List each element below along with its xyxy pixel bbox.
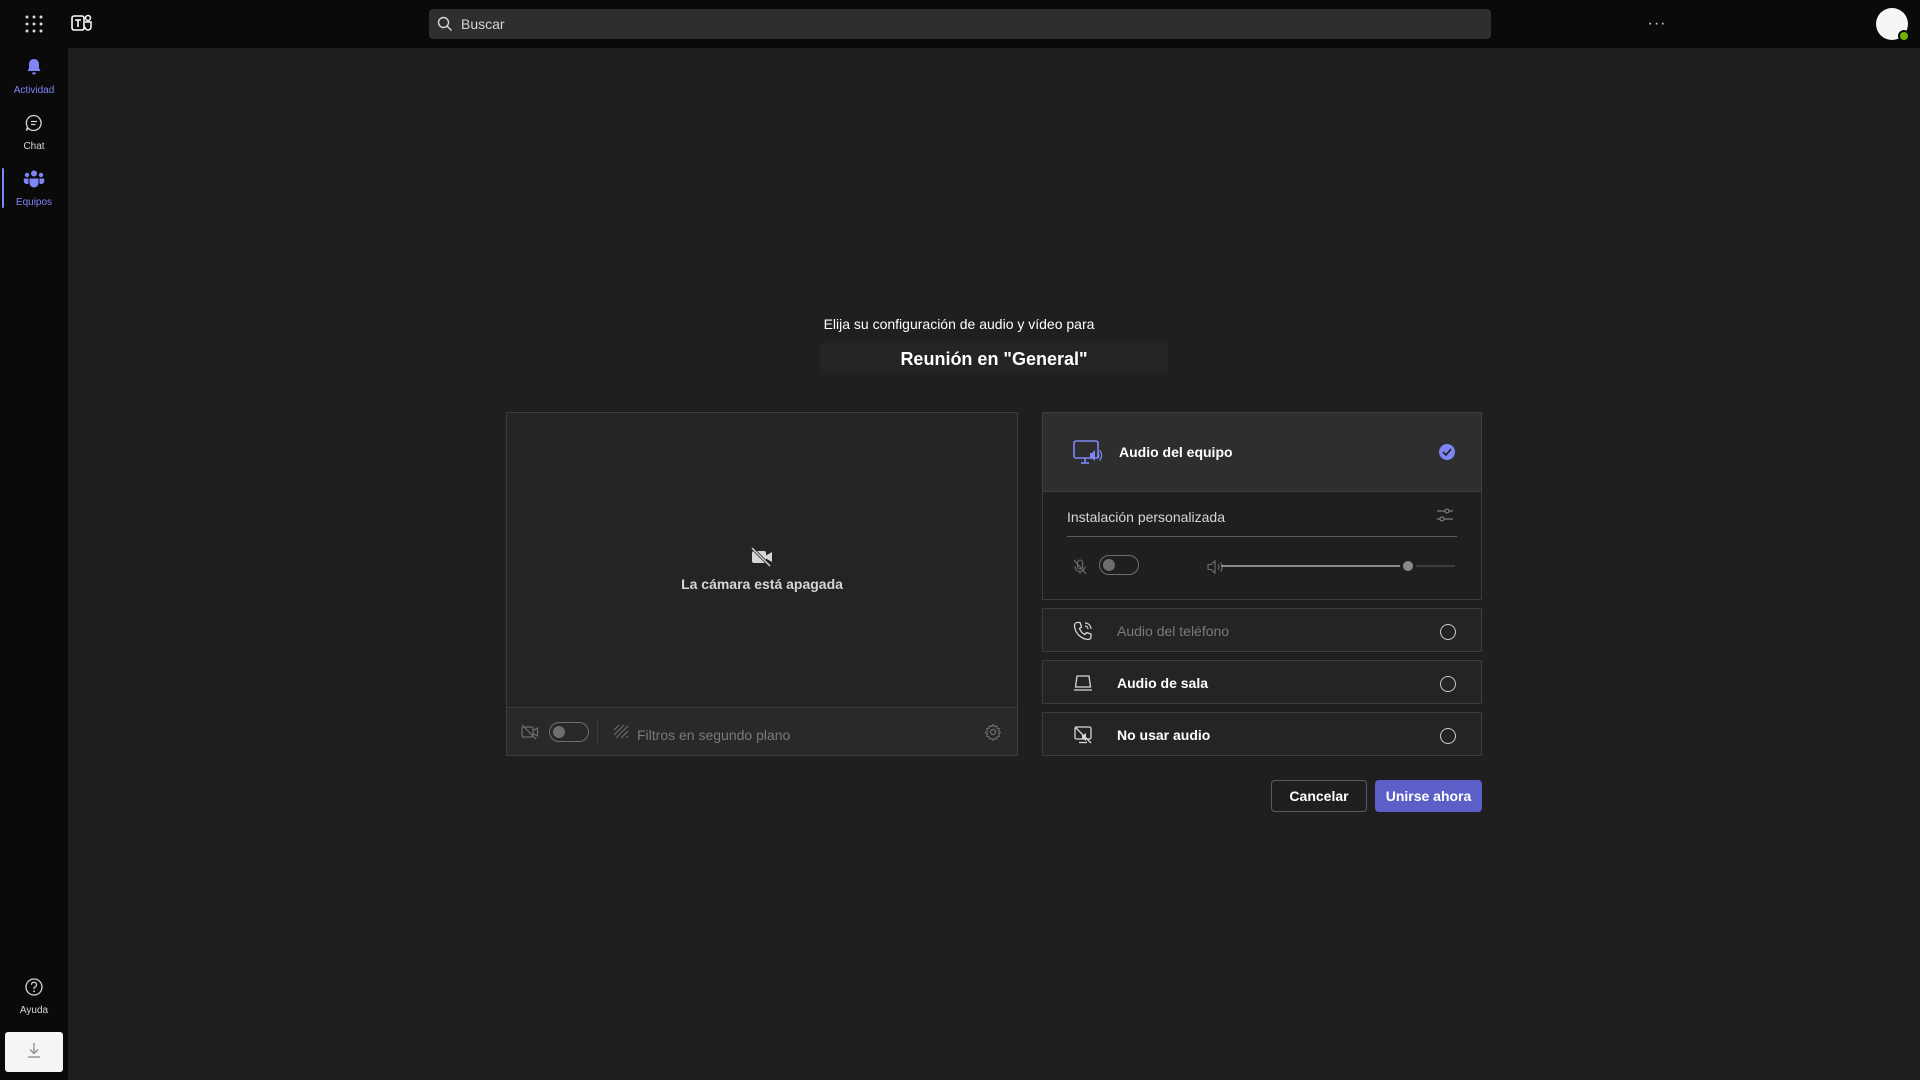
camera-toggle-icon bbox=[521, 724, 539, 745]
sliders-icon bbox=[1437, 508, 1453, 527]
no-audio-radio[interactable] bbox=[1440, 728, 1456, 744]
mic-off-icon bbox=[1073, 559, 1087, 580]
microphone-toggle[interactable] bbox=[1099, 555, 1139, 575]
room-audio-option[interactable]: Audio de sala bbox=[1042, 660, 1482, 704]
meeting-title: Reunión en "General" bbox=[820, 343, 1168, 375]
join-now-button[interactable]: Unirse ahora bbox=[1375, 780, 1482, 812]
video-controls-bar: Filtros en segundo plano bbox=[507, 707, 1017, 755]
microphone-toggle-knob bbox=[1103, 559, 1115, 571]
no-audio-icon bbox=[1073, 725, 1093, 750]
teams-logo-icon bbox=[70, 11, 94, 35]
rail-label-teams: Equipos bbox=[15, 196, 53, 208]
background-effects-icon bbox=[613, 724, 629, 745]
download-app-button[interactable] bbox=[5, 1032, 63, 1072]
divider bbox=[597, 718, 598, 746]
device-settings-gear-icon[interactable] bbox=[984, 723, 1002, 746]
speaker-volume-slider[interactable] bbox=[1221, 558, 1455, 574]
more-options-button[interactable]: ··· bbox=[1643, 12, 1671, 36]
cancel-button[interactable]: Cancelar bbox=[1271, 780, 1367, 812]
prejoin-heading: Elija su configuración de audio y vídeo … bbox=[0, 316, 1920, 332]
rail-selection-indicator bbox=[2, 168, 4, 208]
rail-item-activity[interactable]: Actividad bbox=[0, 48, 68, 104]
room-audio-label: Audio de sala bbox=[1117, 675, 1209, 691]
mic-speaker-row bbox=[1067, 551, 1457, 581]
volume-fill bbox=[1221, 565, 1409, 567]
chat-icon bbox=[24, 113, 44, 138]
phone-audio-label: Audio del teléfono bbox=[1117, 623, 1230, 639]
camera-off-icon bbox=[750, 546, 774, 572]
camera-toggle[interactable] bbox=[549, 722, 589, 742]
rail-label-activity: Actividad bbox=[13, 84, 55, 96]
custom-setup-row[interactable]: Instalación personalizada bbox=[1067, 493, 1457, 537]
computer-audio-card: Audio del equipo Instalación personaliza… bbox=[1042, 412, 1482, 600]
video-preview: La cámara está apagada Filtros en segund… bbox=[506, 412, 1018, 756]
computer-audio-option[interactable]: Audio del equipo bbox=[1043, 413, 1481, 492]
speaker-icon bbox=[1207, 559, 1225, 580]
camera-toggle-knob bbox=[553, 726, 565, 738]
download-icon bbox=[25, 1041, 43, 1064]
rail-item-help[interactable]: Ayuda bbox=[0, 968, 68, 1024]
teams-icon bbox=[23, 169, 45, 194]
no-audio-option[interactable]: No usar audio bbox=[1042, 712, 1482, 756]
rail-item-chat[interactable]: Chat bbox=[0, 104, 68, 160]
search-icon bbox=[437, 16, 453, 32]
volume-thumb[interactable] bbox=[1400, 558, 1417, 574]
app-rail: Actividad Chat Equipos Ayuda bbox=[0, 48, 68, 1080]
custom-setup-label: Instalación personalizada bbox=[1067, 509, 1225, 525]
rail-item-teams[interactable]: Equipos bbox=[0, 160, 68, 216]
bell-icon bbox=[24, 57, 44, 82]
user-avatar[interactable] bbox=[1876, 8, 1910, 42]
rail-label-chat: Chat bbox=[23, 140, 45, 152]
video-preview-area: La cámara está apagada bbox=[507, 413, 1017, 707]
presence-status-icon bbox=[1898, 30, 1910, 42]
no-audio-label: No usar audio bbox=[1117, 727, 1211, 743]
phone-audio-option[interactable]: Audio del teléfono bbox=[1042, 608, 1482, 652]
search-bar[interactable]: Buscar bbox=[429, 9, 1491, 39]
background-filters-label: Filtros en segundo plano bbox=[637, 726, 791, 743]
phone-icon bbox=[1073, 621, 1093, 646]
computer-audio-label: Audio del equipo bbox=[1119, 444, 1233, 460]
prejoin-heading-text: Elija su configuración de audio y vídeo … bbox=[823, 316, 1095, 332]
rail-label-help: Ayuda bbox=[19, 1004, 49, 1016]
phone-audio-radio[interactable] bbox=[1440, 624, 1456, 640]
camera-off-text: La cámara está apagada bbox=[681, 575, 843, 592]
room-audio-radio[interactable] bbox=[1440, 676, 1456, 692]
room-device-icon bbox=[1073, 673, 1093, 698]
selected-check-icon bbox=[1439, 444, 1455, 460]
top-bar: Buscar ··· bbox=[0, 0, 1920, 48]
search-placeholder: Buscar bbox=[461, 16, 505, 32]
background-filters-button[interactable]: Filtros en segundo plano bbox=[613, 724, 790, 745]
help-icon bbox=[24, 977, 44, 1002]
app-launcher-icon[interactable] bbox=[20, 12, 48, 36]
computer-audio-icon bbox=[1073, 439, 1103, 472]
